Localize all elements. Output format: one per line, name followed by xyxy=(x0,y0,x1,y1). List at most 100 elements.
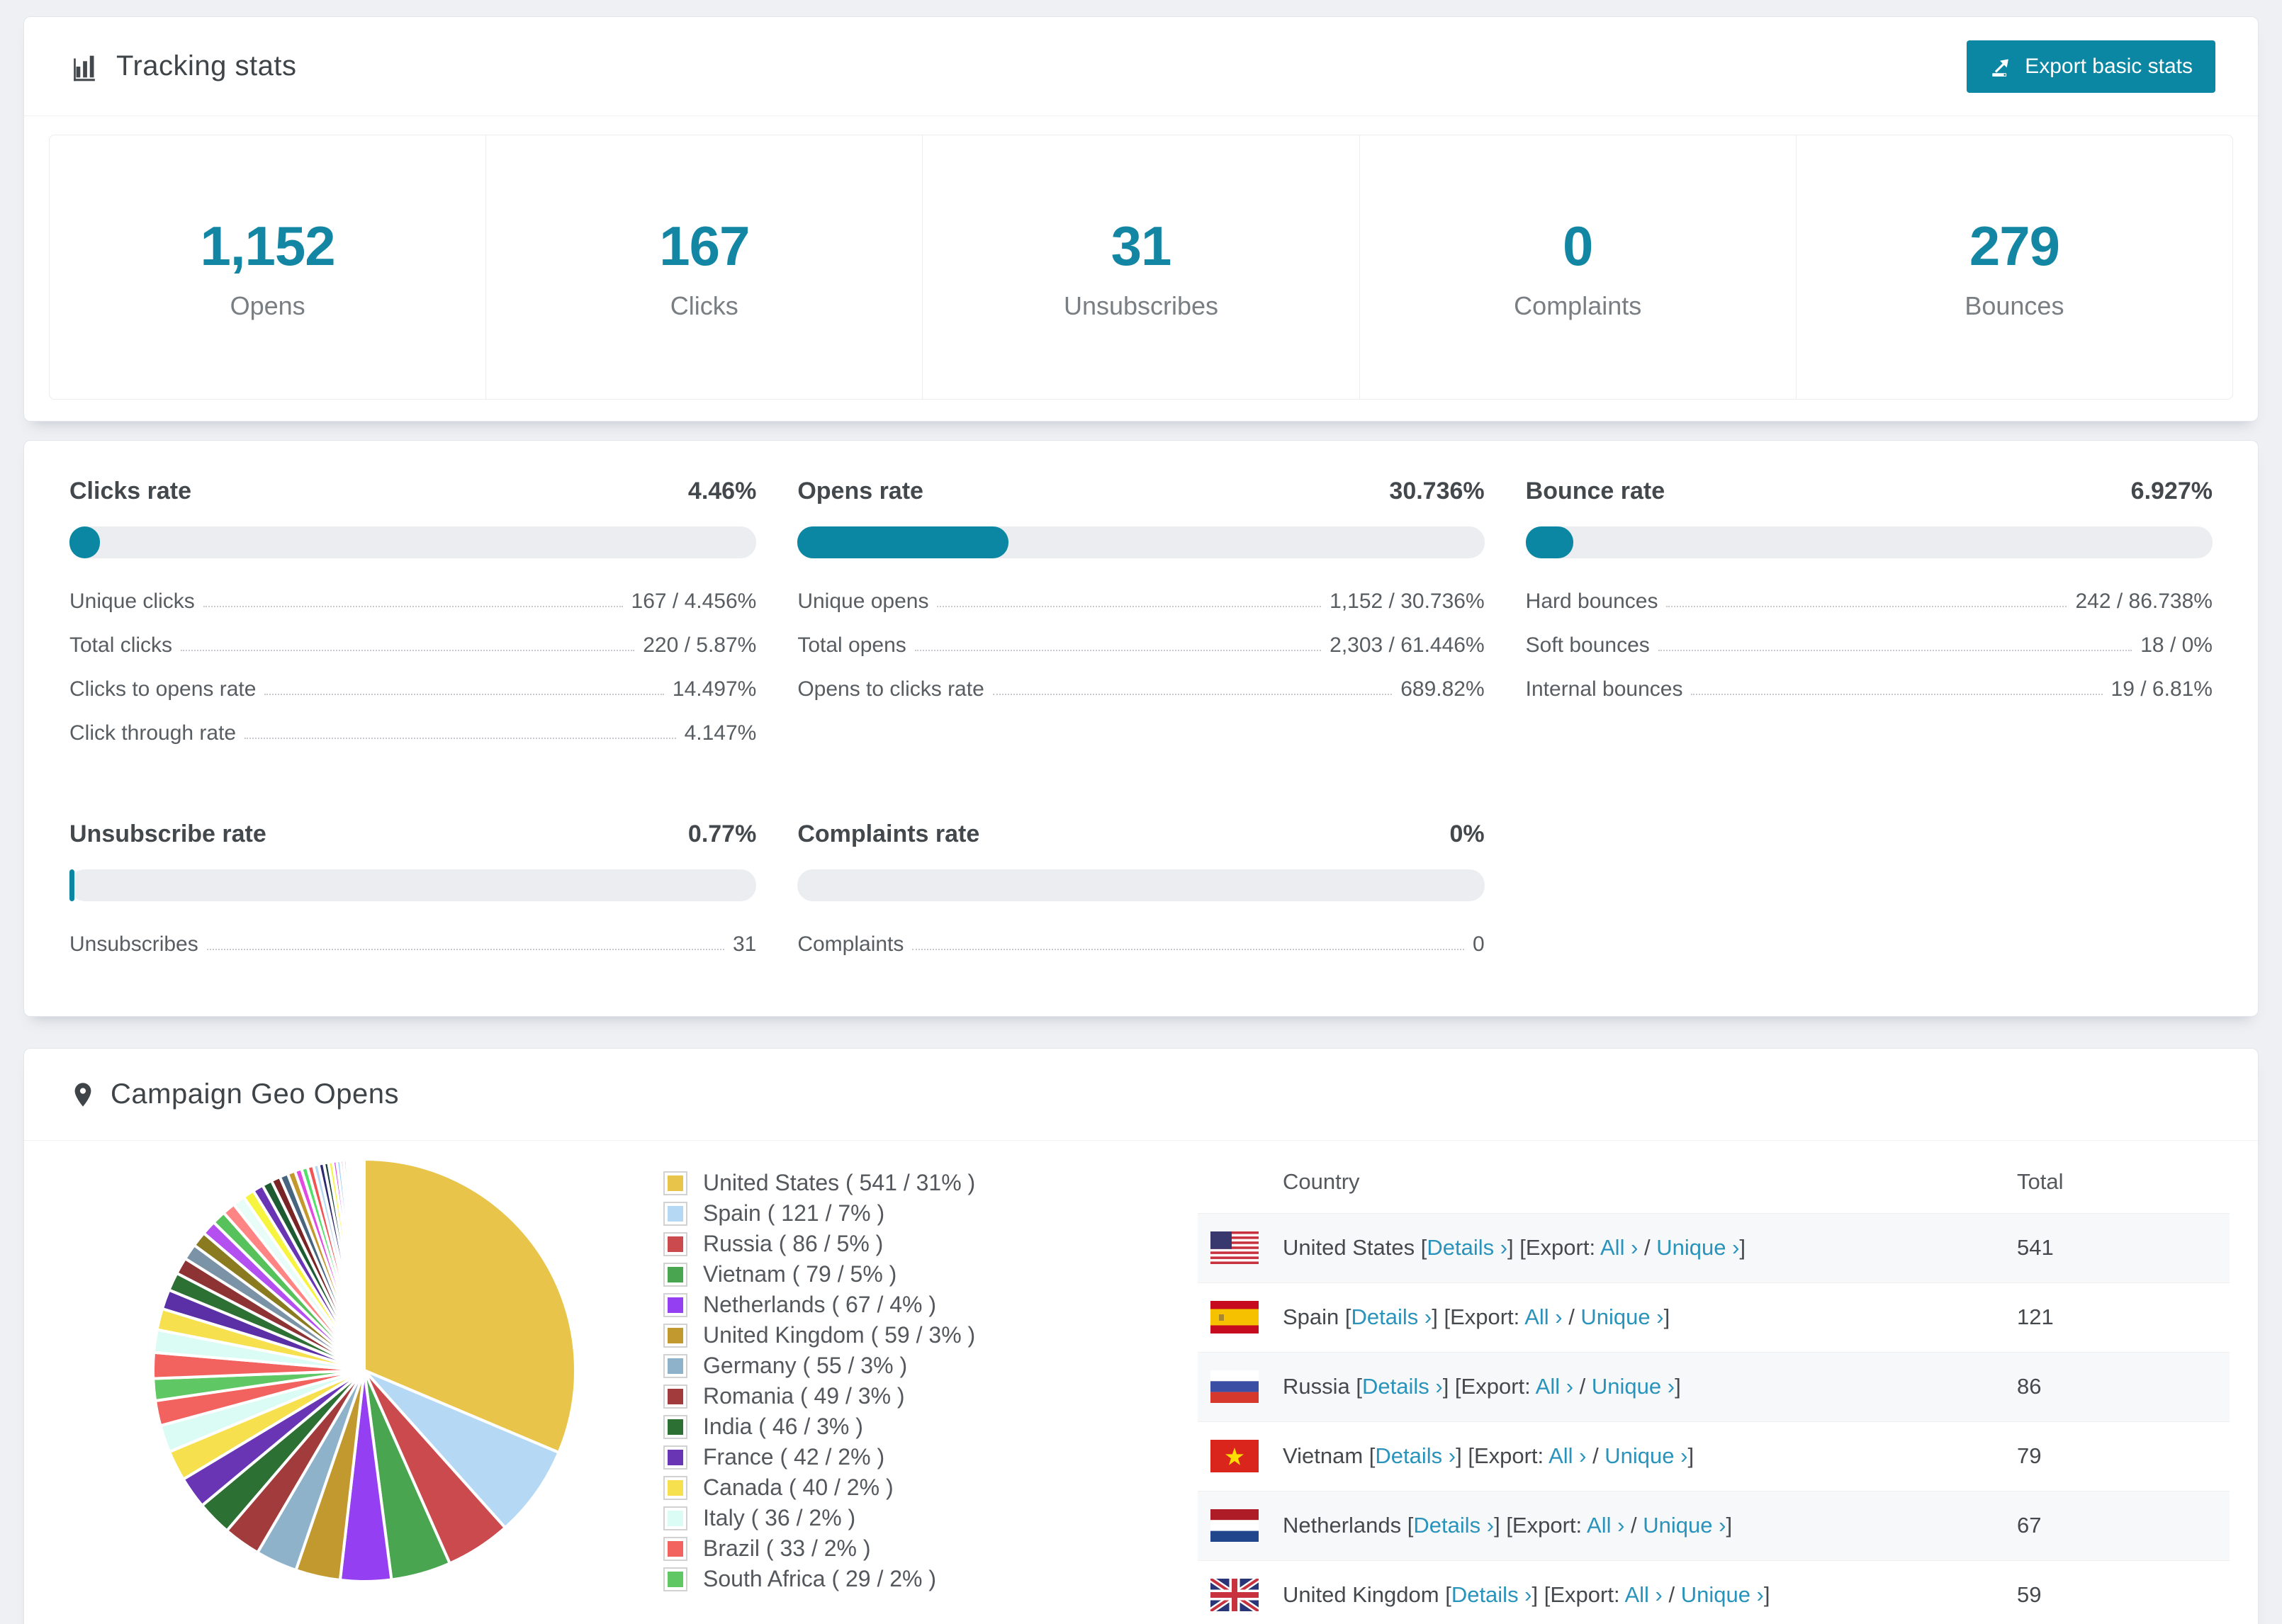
country-name: Spain xyxy=(1283,1304,1339,1329)
legend-label: United Kingdom ( 59 / 3% ) xyxy=(703,1322,976,1348)
rate-title: Bounce rate xyxy=(1525,478,1665,504)
legend-item[interactable]: France ( 42 / 2% ) xyxy=(663,1442,1121,1472)
rate-row-label: Complaints xyxy=(797,932,904,956)
page-title: Tracking stats xyxy=(116,50,297,81)
rate-value: 4.46% xyxy=(687,478,757,504)
progress-bar-fill xyxy=(69,526,101,558)
export-unique-link[interactable]: Unique › xyxy=(1643,1513,1726,1538)
rate-value: 6.927% xyxy=(2130,478,2213,504)
geo-table-row-vn: Vietnam [Details ›] [Export: All › / Uni… xyxy=(1198,1421,2230,1491)
export-all-link[interactable]: All › xyxy=(1524,1304,1562,1329)
flag-icon-gb xyxy=(1210,1579,1259,1611)
rate-row-label: Clicks to opens rate xyxy=(69,677,257,701)
country-row-text: Vietnam [Details ›] [Export: All › / Uni… xyxy=(1283,1443,1694,1468)
dotted-leader xyxy=(244,738,676,739)
export-unique-link[interactable]: Unique › xyxy=(1681,1582,1764,1607)
rate-row: Hard bounces 242 / 86.738% xyxy=(1526,580,2213,624)
legend-label: United States ( 541 / 31% ) xyxy=(703,1170,976,1195)
campaign-geo-opens-card: Campaign Geo Opens United States ( 541 /… xyxy=(23,1048,2259,1624)
stat-box-unsubscribes: 31 Unsubscribes xyxy=(923,135,1360,399)
stat-label: Clicks xyxy=(670,291,738,320)
rate-head: Unsubscribe rate 0.77% xyxy=(69,821,756,848)
rate-section-unsubscribe: Unsubscribe rate 0.77% Unsubscribes 31 xyxy=(69,821,757,966)
legend-item[interactable]: United Kingdom ( 59 / 3% ) xyxy=(663,1320,1121,1350)
progress-bar-fill xyxy=(69,869,75,901)
details-link[interactable]: Details › xyxy=(1451,1582,1532,1607)
legend-label: Spain ( 121 / 7% ) xyxy=(703,1200,885,1226)
stat-label: Opens xyxy=(230,291,305,320)
rate-row-label: Unique opens xyxy=(797,590,929,613)
geo-content: United States ( 541 / 31% ) Spain ( 121 … xyxy=(24,1141,2258,1624)
export-all-link[interactable]: All › xyxy=(1536,1374,1573,1399)
legend-item[interactable]: United States ( 541 / 31% ) xyxy=(663,1168,1121,1198)
geo-table-row-ru: Russia [Details ›] [Export: All › / Uniq… xyxy=(1198,1351,2230,1421)
bar-chart-icon xyxy=(74,55,95,81)
legend-item[interactable]: Romania ( 49 / 3% ) xyxy=(663,1381,1121,1411)
legend-label: France ( 42 / 2% ) xyxy=(703,1444,885,1470)
export-unique-link[interactable]: Unique › xyxy=(1604,1443,1687,1468)
legend-swatch xyxy=(663,1506,687,1530)
legend-item[interactable]: Spain ( 121 / 7% ) xyxy=(663,1198,1121,1229)
country-name: Vietnam xyxy=(1283,1443,1364,1468)
export-unique-link[interactable]: Unique › xyxy=(1656,1235,1739,1260)
details-link[interactable]: Details › xyxy=(1362,1374,1443,1399)
legend-item[interactable]: South Africa ( 29 / 2% ) xyxy=(663,1564,1121,1594)
flag-icon-vn xyxy=(1210,1440,1259,1472)
legend-swatch xyxy=(663,1171,687,1195)
legend-item[interactable]: Russia ( 86 / 5% ) xyxy=(663,1229,1121,1259)
rate-section-complaints: Complaints rate 0% Complaints 0 xyxy=(797,821,1485,966)
details-link[interactable]: Details › xyxy=(1427,1235,1507,1260)
legend-item[interactable]: Canada ( 40 / 2% ) xyxy=(663,1472,1121,1503)
dotted-leader xyxy=(992,694,1393,695)
geo-table-row-us: United States [Details ›] [Export: All ›… xyxy=(1198,1212,2230,1282)
country-name: Netherlands xyxy=(1283,1513,1402,1538)
progress-bar xyxy=(797,526,1485,558)
rate-row: Total clicks 220 / 5.87% xyxy=(69,624,756,667)
dotted-leader xyxy=(914,650,1322,651)
legend-item[interactable]: Italy ( 36 / 2% ) xyxy=(663,1503,1121,1533)
rate-row: Total opens 2,303 / 61.446% xyxy=(797,624,1484,667)
export-all-link[interactable]: All › xyxy=(1600,1235,1638,1260)
tracking-stats-header: Tracking stats Export basic stats xyxy=(24,17,2258,116)
export-all-link[interactable]: All › xyxy=(1624,1582,1662,1607)
rate-section-opens: Opens rate 30.736% Unique opens 1,152 / … xyxy=(797,478,1485,755)
legend-item[interactable]: Germany ( 55 / 3% ) xyxy=(663,1350,1121,1381)
rate-row-label: Unsubscribes xyxy=(69,932,198,956)
progress-bar-fill xyxy=(1525,526,1573,558)
geo-table-row-nl: Netherlands [Details ›] [Export: All › /… xyxy=(1198,1490,2230,1560)
dotted-leader xyxy=(1658,650,2132,651)
rate-row-label: Unique clicks xyxy=(69,590,195,613)
rate-row-value: 19 / 6.81% xyxy=(2110,677,2213,701)
export-unique-link[interactable]: Unique › xyxy=(1580,1304,1663,1329)
legend-label: Canada ( 40 / 2% ) xyxy=(703,1474,894,1500)
legend-label: Germany ( 55 / 3% ) xyxy=(703,1353,908,1378)
rate-row-value: 18 / 0% xyxy=(2140,633,2213,657)
legend-item[interactable]: Netherlands ( 67 / 4% ) xyxy=(663,1290,1121,1320)
rate-section-bounce: Bounce rate 6.927% Hard bounces 242 / 86… xyxy=(1525,478,2213,755)
legend-item[interactable]: Vietnam ( 79 / 5% ) xyxy=(663,1259,1121,1290)
stat-value: 279 xyxy=(1969,214,2060,277)
export-all-link[interactable]: All › xyxy=(1548,1443,1586,1468)
rate-row-value: 689.82% xyxy=(1400,677,1485,701)
legend-label: India ( 46 / 3% ) xyxy=(703,1414,863,1439)
legend-swatch xyxy=(663,1231,687,1256)
export-all-link[interactable]: All › xyxy=(1587,1513,1624,1538)
details-link[interactable]: Details › xyxy=(1413,1513,1494,1538)
country-name: United Kingdom xyxy=(1283,1582,1439,1607)
country-row-text: Netherlands [Details ›] [Export: All › /… xyxy=(1283,1513,1733,1538)
rate-section-clicks: Clicks rate 4.46% Unique clicks 167 / 4.… xyxy=(69,478,757,755)
details-link[interactable]: Details › xyxy=(1351,1304,1432,1329)
details-link[interactable]: Details › xyxy=(1375,1443,1456,1468)
rate-value: 30.736% xyxy=(1389,478,1485,504)
legend-swatch xyxy=(663,1445,687,1470)
stat-box-clicks: 167 Clicks xyxy=(486,135,923,399)
rate-title: Unsubscribe rate xyxy=(69,821,266,847)
export-basic-stats-button[interactable]: Export basic stats xyxy=(1967,40,2215,93)
dotted-leader xyxy=(206,949,724,950)
legend-item[interactable]: Brazil ( 33 / 2% ) xyxy=(663,1533,1121,1564)
export-unique-link[interactable]: Unique › xyxy=(1592,1374,1675,1399)
dotted-leader xyxy=(1666,606,2067,607)
dotted-leader xyxy=(937,606,1322,607)
rate-row: Opens to clicks rate 689.82% xyxy=(797,667,1484,711)
legend-item[interactable]: India ( 46 / 3% ) xyxy=(663,1411,1121,1442)
